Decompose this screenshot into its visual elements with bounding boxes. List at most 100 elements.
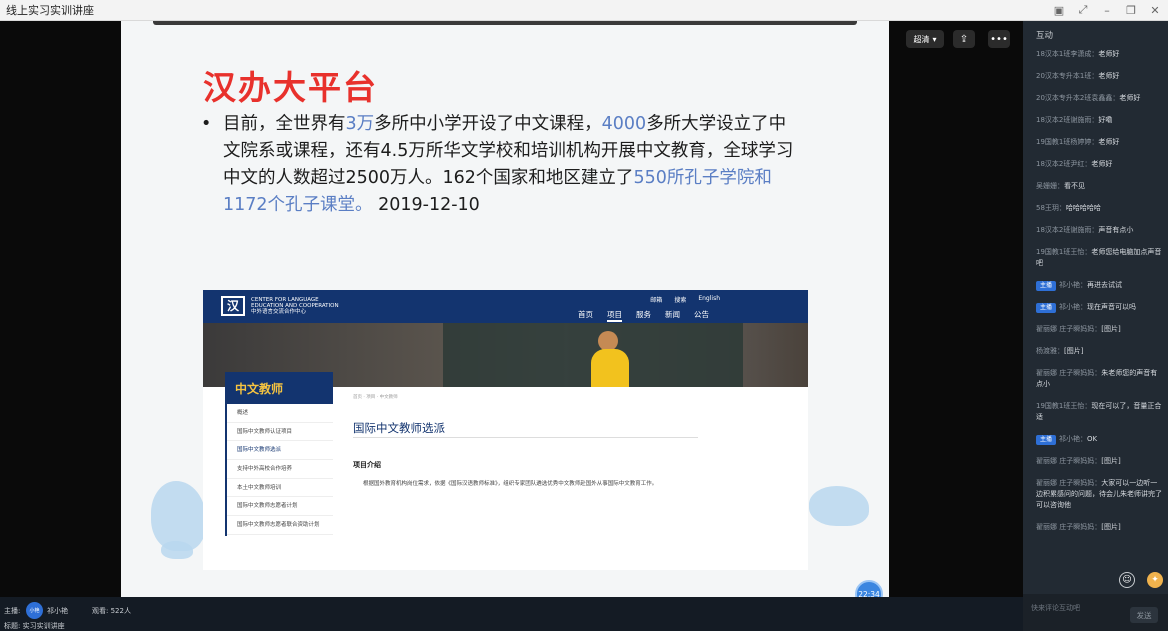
website-sidebar: 概述 国际中文教师认证项目 国际中文教师选派 支持中外高校合作培养 本土中文教师…: [225, 404, 333, 536]
chat-sender: 18汉本2班尹红：: [1036, 160, 1092, 168]
chat-message-list[interactable]: 18汉本1班李潇成：老师好 20汉本专升本1班：老师好 20汉本专升本2班袁鑫鑫：老…: [1036, 49, 1164, 544]
chat-message: 主播 祁小艳：再进去试试: [1036, 280, 1164, 291]
chat-text: 老师好: [1119, 94, 1141, 102]
slide-bullet: • 目前，全世界有3万多所中小学开设了中文课程，4000多所大学设立了中文院系或…: [201, 111, 801, 219]
more-button[interactable]: •••: [988, 30, 1010, 48]
share-button[interactable]: ⇪: [953, 30, 975, 48]
stream-info-bar: 主播: 小艳 祁小艳 观看: 522人 标题: 实习实训讲座: [0, 597, 1023, 631]
chat-text: 看不见: [1064, 182, 1085, 190]
website-heading: 国际中文教师选派: [353, 421, 445, 435]
chat-message: 翟丽娜 庄子瞬妈妈：[图片]: [1036, 522, 1164, 533]
chat-text: 老师好: [1098, 72, 1120, 80]
website-nav: 汉 CENTER FOR LANGUAGE EDUCATION AND COOP…: [203, 290, 808, 323]
chat-text: [图片]: [1101, 325, 1121, 333]
chat-text: 现在声音可以吗: [1087, 303, 1137, 311]
chat-sender: 祁小艳：: [1059, 435, 1088, 443]
gift-icon[interactable]: ✦: [1147, 572, 1163, 588]
stream-topic: 标题: 实习实训讲座: [4, 622, 65, 630]
chat-text: 老师好: [1098, 50, 1120, 58]
sidebar-item: 概述: [227, 404, 333, 423]
share-icon: ⇪: [959, 33, 969, 45]
send-button[interactable]: 发送: [1130, 607, 1158, 623]
website-screenshot: 汉 CENTER FOR LANGUAGE EDUCATION AND COOP…: [203, 290, 808, 570]
chat-message: 18汉本2班谢施雨：声音有点小: [1036, 225, 1164, 236]
english-link: English: [698, 295, 720, 302]
restore-icon[interactable]: ❐: [1124, 4, 1138, 17]
chat-text: [图片]: [1064, 347, 1084, 355]
chat-message: 19国教1班王怡：老师您给电脑加点声音吧: [1036, 247, 1164, 269]
website-breadcrumb: 首页 · 项目 · 中文教师: [353, 395, 398, 400]
teacher-body-graphic: [591, 349, 629, 387]
chat-message: 20汉本专升本1班：老师好: [1036, 71, 1164, 82]
clarity-label: 超清: [913, 34, 930, 44]
interaction-panel: 互动 18汉本1班李潇成：老师好 20汉本专升本1班：老师好 20汉本专升本2班袁鑫…: [1023, 21, 1168, 631]
chat-message: 19国教1班王怡：现在可以了，音量正合适: [1036, 401, 1164, 423]
chat-message: 19国教1班杨婷婷：老师好: [1036, 137, 1164, 148]
chat-sender: 吴姗姗：: [1036, 182, 1064, 190]
mail-link: 邮箱: [650, 297, 663, 304]
highlight-4000: 4000: [601, 114, 647, 134]
website-top-links: 邮箱 搜索 English: [650, 295, 720, 304]
window-title-bar: 线上实习实训讲座 ▣ ⤢ – ❐ ✕: [0, 0, 1168, 21]
sidebar-item: 国际中文教师认证项目: [227, 423, 333, 442]
chat-message: 翟丽娜 庄子瞬妈妈：[图片]: [1036, 456, 1164, 467]
host-name: 祁小艳: [47, 607, 68, 615]
sidebar-item-active: 国际中文教师选派: [227, 441, 333, 461]
chat-message: 翟丽娜 庄子瞬妈妈：[图片]: [1036, 324, 1164, 335]
chat-text: 老师好: [1091, 160, 1113, 168]
slide-top-bar: [153, 21, 857, 25]
chat-message: 翟丽娜 庄子瞬妈妈：大家可以一边听一边积累感问的问题，待会儿朱老师讲完了可以咨询…: [1036, 478, 1164, 511]
emoji-icon[interactable]: ☺: [1119, 572, 1135, 588]
chat-message: 58王玥：哈哈哈哈哈: [1036, 203, 1164, 214]
chat-message: 18汉本2班谢施雨：好嘞: [1036, 115, 1164, 126]
chat-message: 主播 祁小艳：现在声音可以吗: [1036, 302, 1164, 313]
clarity-select[interactable]: 超清 ▾: [906, 30, 944, 48]
website-org-name: CENTER FOR LANGUAGE EDUCATION AND COOPER…: [251, 297, 339, 315]
chat-action-icons: ☺ ✦: [1119, 572, 1163, 588]
close-icon[interactable]: ✕: [1148, 4, 1162, 17]
website-menu: 首页 项目 服务 新闻 公告: [578, 309, 709, 322]
chat-sender: 18汉本2班谢施雨：: [1036, 116, 1099, 124]
chat-input[interactable]: 快来评论互动吧: [1031, 603, 1080, 613]
pip-icon[interactable]: ▣: [1052, 4, 1066, 17]
chat-sender: 18汉本1班李潇成：: [1036, 50, 1099, 58]
menu-notices: 公告: [694, 310, 709, 319]
dolphin-right-decoration: [809, 486, 869, 526]
bullet-text: 目前，全世界有3万多所中小学开设了中文课程，4000多所大学设立了中文院系或课程…: [223, 114, 794, 215]
chat-message: 20汉本专升本2班袁鑫鑫：老师好: [1036, 93, 1164, 104]
minimize-icon[interactable]: –: [1100, 4, 1114, 17]
dolphin-small-decoration: [161, 541, 193, 559]
fullscreen-icon[interactable]: ⤢: [1076, 3, 1090, 17]
chat-sender: 翟丽娜 庄子瞬妈妈：: [1036, 369, 1102, 377]
chat-text: 再进去试试: [1087, 281, 1123, 289]
menu-home: 首页: [578, 310, 593, 319]
chat-text: 老师好: [1098, 138, 1120, 146]
viewer-count: 观看: 522人: [92, 607, 131, 615]
chat-sender: 祁小艳：: [1059, 303, 1088, 311]
website-logo: 汉: [221, 296, 245, 316]
chat-sender: 翟丽娜 庄子瞬妈妈：: [1036, 325, 1102, 333]
host-badge: 主播: [1036, 281, 1057, 291]
window-title: 线上实习实训讲座: [6, 4, 94, 17]
bullet-dot: •: [201, 114, 212, 134]
chat-text: [图片]: [1101, 523, 1121, 531]
chat-sender: 翟丽娜 庄子瞬妈妈：: [1036, 479, 1102, 487]
presentation-slide: 汉办大平台 • 目前，全世界有3万多所中小学开设了中文课程，4000多所大学设立…: [121, 21, 889, 597]
menu-projects: 项目: [607, 309, 622, 322]
chat-sender: 20汉本专升本1班：: [1036, 72, 1099, 80]
chat-message: 杨渡雅：[图片]: [1036, 346, 1164, 357]
chat-text: 哈哈哈哈哈: [1065, 204, 1101, 212]
chat-sender: 18汉本2班谢施雨：: [1036, 226, 1099, 234]
avatar[interactable]: 小艳: [26, 602, 43, 619]
more-icon: •••: [990, 33, 1008, 45]
highlight-3wan: 3万: [345, 114, 375, 134]
chat-text: 好嘞: [1098, 116, 1113, 124]
menu-services: 服务: [636, 310, 651, 319]
chat-sender: 19国教1班杨婷婷：: [1036, 138, 1099, 146]
website-divider: [353, 437, 698, 438]
chat-message: 18汉本2班尹红：老师好: [1036, 159, 1164, 170]
sidebar-item: 本土中文教师培训: [227, 479, 333, 498]
chat-text: 声音有点小: [1098, 226, 1134, 234]
chat-sender: 19国教1班王怡：: [1036, 402, 1092, 410]
video-stage[interactable]: 汉办大平台 • 目前，全世界有3万多所中小学开设了中文课程，4000多所大学设立…: [0, 21, 1023, 597]
